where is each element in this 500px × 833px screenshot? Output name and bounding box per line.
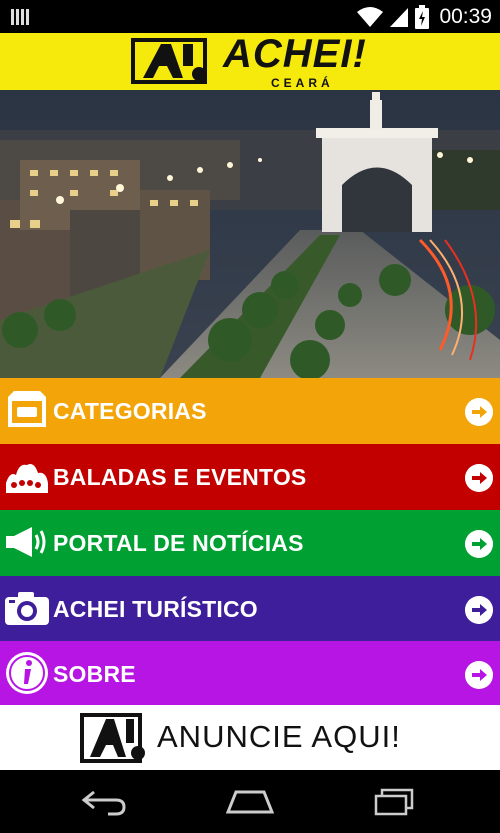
menu-label-categorias: CATEGORIAS: [53, 398, 207, 424]
menu-item-baladas[interactable]: BALADAS E EVENTOS: [0, 444, 500, 510]
home-icon[interactable]: [226, 788, 274, 816]
brand-region: CEARÁ: [271, 76, 334, 90]
achei-logo-mark: [80, 713, 145, 763]
info-icon: [6, 652, 48, 694]
menu-label-baladas: BALADAS E EVENTOS: [53, 464, 307, 490]
arrow-right-icon: [465, 596, 493, 624]
menu-item-portal[interactable]: PORTAL DE NOTÍCIAS: [0, 510, 500, 576]
brand-name: ACHEI!: [223, 32, 367, 76]
drawer-icon: [8, 391, 46, 427]
arrow-right-icon: [465, 530, 493, 558]
achei-logo: ACHEI! CEARÁ: [131, 32, 371, 90]
camera-icon: [5, 592, 49, 625]
crowd-icon: [6, 464, 48, 493]
app-header: ACHEI! CEARÁ: [0, 32, 500, 90]
wifi-icon: [357, 7, 384, 27]
arrow-right-icon: [465, 464, 493, 492]
status-bar: 00:39: [0, 0, 500, 33]
battery-icon: [415, 5, 430, 29]
signal-icon: [390, 8, 409, 27]
banner-text: ANUNCIE AQUI!: [157, 719, 401, 754]
menu-label-turistico: ACHEI TURÍSTICO: [53, 596, 258, 622]
achei-logo-mark: [131, 38, 207, 84]
menu-item-sobre[interactable]: SOBRE: [0, 641, 500, 707]
back-icon[interactable]: [80, 788, 128, 816]
hero-photo: [0, 90, 500, 378]
arrow-right-icon: [465, 661, 493, 689]
menu-label-sobre: SOBRE: [53, 661, 136, 687]
clock: 00:39: [439, 5, 492, 28]
megaphone-icon: [6, 527, 46, 557]
menu-label-portal: PORTAL DE NOTÍCIAS: [53, 530, 304, 556]
anuncie-banner[interactable]: ANUNCIE AQUI!: [0, 705, 500, 770]
notification-icon: [11, 9, 29, 25]
menu-item-categorias[interactable]: CATEGORIAS: [0, 378, 500, 444]
navigation-bar: [0, 770, 500, 833]
recents-icon[interactable]: [372, 788, 420, 816]
arrow-right-icon: [465, 398, 493, 426]
menu-item-turistico[interactable]: ACHEI TURÍSTICO: [0, 576, 500, 642]
